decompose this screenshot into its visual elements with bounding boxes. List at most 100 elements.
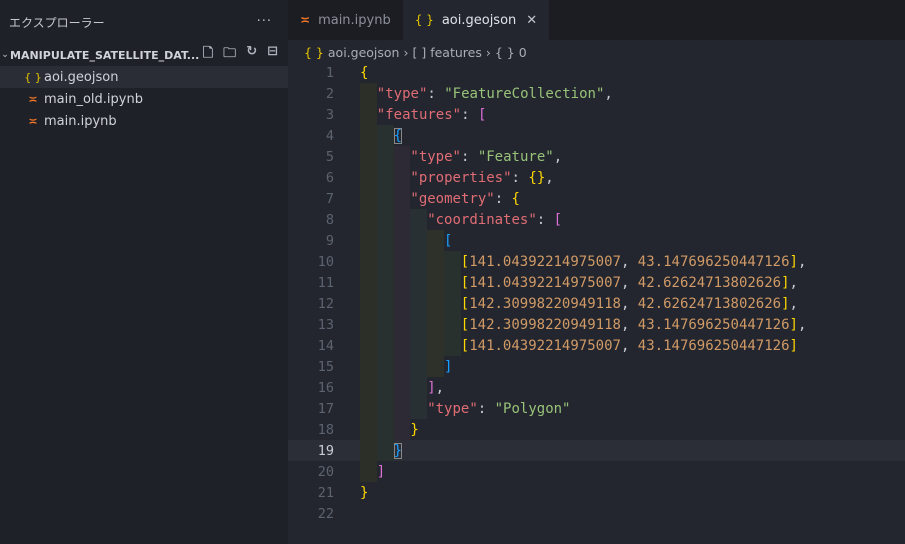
indent-guide [393,356,411,377]
code-token: : [536,211,554,228]
json-file-icon: { } [24,70,42,84]
collapse-all-icon[interactable]: ⊟ [267,44,278,66]
code-token: 142.30998220949118 [469,295,621,312]
code-line: 9[ [288,230,905,251]
code-token: , [545,169,554,186]
line-number: 15 [317,358,334,375]
file-item[interactable]: ≍ main_old.ipynb [0,88,288,110]
indent-guide [427,272,444,293]
new-folder-icon[interactable]: 🗀 [223,44,236,66]
indent-guide [393,419,411,440]
code-token: , [620,295,638,312]
indent-guide [376,209,394,230]
indent-guide [360,356,377,377]
indent-guide [360,167,377,188]
breadcrumb-item[interactable]: 0 [519,45,527,60]
indent-guide [393,188,411,209]
workspace-folder[interactable]: ⌄ MANIPULATE_SATELLITE_DAT... 🗋 🗀 ↻ ⊟ [0,44,288,66]
code-line: 6 "properties": {}, [288,167,905,188]
indent-guide [443,293,461,314]
code-line: 10 [141.04392214975007, 43.14769625044712… [288,251,905,272]
code-token: "type" [410,148,461,165]
close-icon[interactable]: ✕ [526,13,537,28]
line-number: 22 [317,505,334,522]
editor-tabs: ≍ main.ipynb { } aoi.geojson ✕ [288,0,905,40]
code-line: 16], [288,377,905,398]
indent-guide [410,356,428,377]
line-number: 5 [325,148,334,165]
line-number: 20 [317,463,334,480]
line-number: 8 [325,211,334,228]
indent-guide [393,167,411,188]
code-token: "FeatureCollection" [444,85,605,102]
code-token: , [620,253,638,270]
code-token: ] [781,274,790,291]
breadcrumb: { } aoi.geojson ›[ ] features ›{ } 0 [288,40,905,64]
file-item[interactable]: { } aoi.geojson [0,66,288,88]
notebook-file-icon: ≍ [28,92,38,106]
indent-guide [376,272,394,293]
code-token: "Feature" [477,148,554,165]
indent-guide [360,335,377,356]
code-token: [ [443,232,453,249]
refresh-icon[interactable]: ↻ [246,44,257,66]
more-actions-icon[interactable]: ··· [257,14,272,29]
tab-main-ipynb[interactable]: ≍ main.ipynb [288,0,403,40]
code-token: { [511,190,520,207]
code-line: 15] [288,356,905,377]
line-number: 6 [325,169,334,186]
code-token: 141.04392214975007 [469,253,621,270]
indent-guide [360,125,377,146]
indent-guide [360,293,377,314]
object-icon: { } [494,44,515,60]
indent-guide [393,230,411,251]
code-token: "coordinates" [427,211,537,228]
indent-guide [376,356,394,377]
file-item[interactable]: ≍ main.ipynb [0,110,288,132]
code-line: 17 "type": "Polygon" [288,398,905,419]
code-token: ] [427,379,436,396]
code-line: 11 [141.04392214975007, 42.62624713802626… [288,272,905,293]
indent-guide [376,251,394,272]
code-line: 13 [142.30998220949118, 43.14769625044712… [288,314,905,335]
line-number: 16 [317,379,334,396]
folder-name: MANIPULATE_SATELLITE_DAT... [10,48,200,62]
indent-guide [376,125,394,146]
code-line: 18} [288,419,905,440]
indent-guide [410,398,428,419]
code-line: 20] [288,461,905,482]
indent-guide [427,230,444,251]
indent-guide [376,398,394,419]
indent-guide [376,314,394,335]
indent-guide [443,272,461,293]
indent-guide [360,83,377,104]
tab-aoi-geojson[interactable]: { } aoi.geojson ✕ [402,0,550,40]
indent-guide [393,209,411,230]
breadcrumb-item[interactable]: aoi.geojson [328,45,400,60]
tab-label: aoi.geojson [441,12,517,28]
breadcrumb-item[interactable]: features [430,45,482,60]
indent-guide [376,293,394,314]
indent-guide [376,146,394,167]
line-number: 10 [317,253,334,270]
indent-guide [427,251,444,272]
code-token: [ [460,337,470,354]
indent-guide [360,188,377,209]
code-token: 43.147696250447126 [637,316,790,333]
code-token: "geometry" [410,190,495,207]
new-file-icon[interactable]: 🗋 [203,44,213,66]
code-line: 7 "geometry": { [288,188,905,209]
indent-guide [376,230,394,251]
code-token: [ [460,274,470,291]
indent-guide [360,314,377,335]
code-token: 42.62624713802626 [637,274,782,291]
code-line: 19} [288,440,905,461]
code-token: : [461,106,478,123]
json-file-icon: { } [304,44,324,60]
code-token: , [435,379,445,396]
code-token: [ [477,106,487,123]
code-token: [ [553,211,563,228]
code-token: [ [460,253,470,270]
indent-guide [443,335,461,356]
code-editor[interactable]: 1{2 "type": "FeatureCollection", 3 "feature… [288,62,905,524]
